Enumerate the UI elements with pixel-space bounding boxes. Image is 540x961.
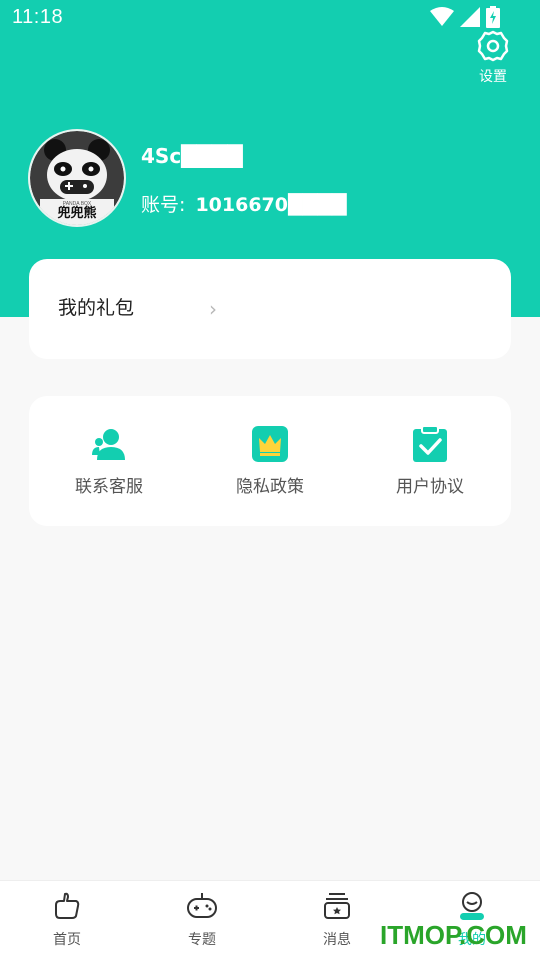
status-icons: [430, 6, 500, 28]
status-bar: 11:18: [0, 0, 540, 36]
settings-button[interactable]: 设置: [470, 30, 516, 86]
status-time: 11:18: [12, 6, 64, 28]
home-icon: [55, 892, 80, 919]
panda-logo: PANDA BOX 兜兜熊: [30, 131, 124, 225]
nav-item-messages[interactable]: 消息: [297, 891, 377, 949]
gift-card[interactable]: 我的礼包 ›: [29, 259, 511, 359]
wifi-icon: [430, 7, 454, 26]
username: 4Sc████: [141, 144, 243, 168]
nav-item-topics[interactable]: 专题: [162, 891, 242, 949]
gear-icon: [477, 30, 509, 62]
menu-card: 联系客服 隐私政策 用户协议: [29, 396, 511, 526]
gift-label: 我的礼包: [58, 297, 135, 319]
nav-label: 专题: [188, 932, 216, 948]
privacy-policy-button[interactable]: 隐私政策: [205, 426, 335, 497]
chevron-right-icon: ›: [209, 297, 217, 321]
nav-item-home[interactable]: 首页: [27, 891, 107, 949]
watermark: ITMOP.COM: [380, 920, 527, 950]
nav-label: 首页: [53, 932, 81, 948]
avatar[interactable]: PANDA BOX 兜兜熊: [30, 131, 124, 225]
menu-item-label: 联系客服: [75, 477, 143, 497]
signal-icon: [460, 7, 480, 27]
nav-label: 消息: [323, 932, 351, 948]
message-box-icon: [324, 893, 350, 919]
account-value: 1016670████: [195, 194, 347, 216]
gamepad-icon: [187, 893, 217, 918]
profile-icon: [460, 892, 484, 920]
account-row: 账号: 1016670████: [141, 190, 346, 217]
account-label: 账号:: [141, 194, 186, 216]
customer-service-icon: [92, 429, 125, 460]
crown-icon: [252, 426, 288, 462]
settings-label: 设置: [479, 69, 507, 85]
menu-item-label: 隐私政策: [236, 477, 304, 497]
customer-service-button[interactable]: 联系客服: [44, 426, 174, 497]
clipboard-check-icon: [413, 426, 447, 462]
user-agreement-button[interactable]: 用户协议: [365, 426, 495, 497]
battery-icon: [486, 6, 500, 28]
avatar-brand-big: 兜兜熊: [57, 205, 96, 221]
menu-item-label: 用户协议: [396, 477, 464, 497]
